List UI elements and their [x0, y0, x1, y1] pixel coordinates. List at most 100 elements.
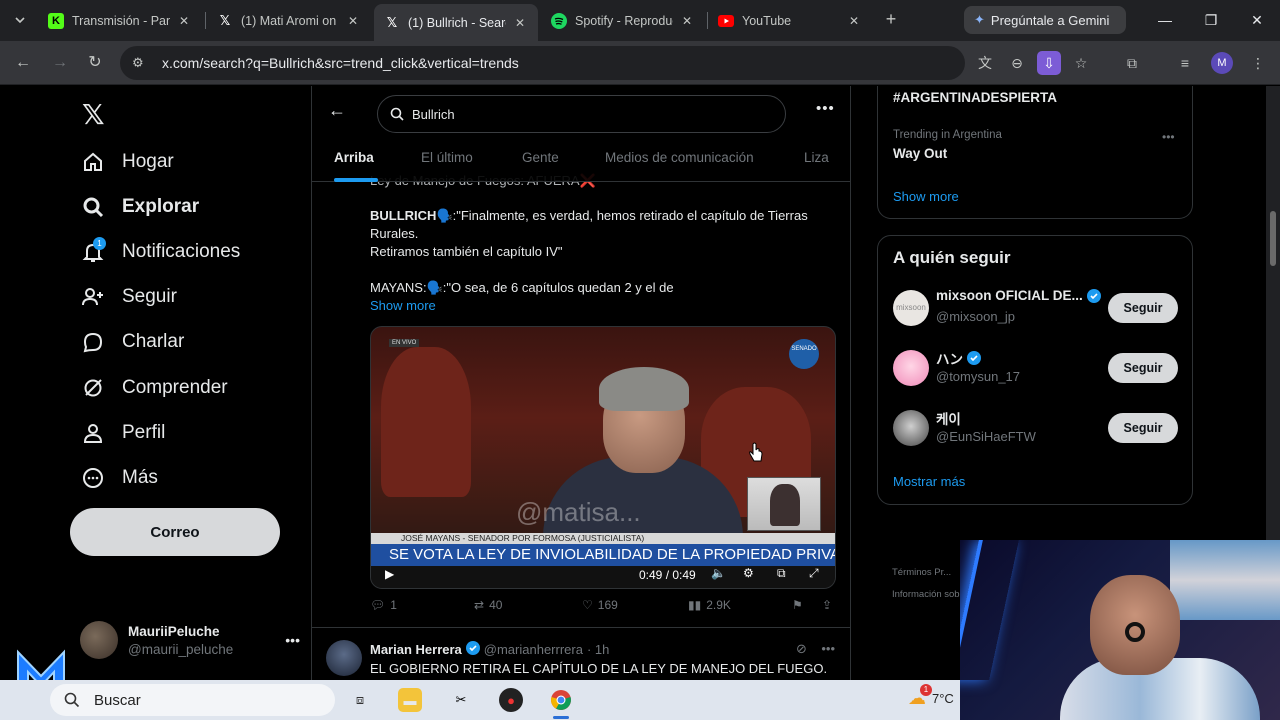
tweet-line: 🗣️:"O sea, de 6 capítulos quedan 2 y el … — [426, 280, 674, 295]
settings-gear-icon[interactable]: ⚙ — [743, 566, 754, 580]
show-more-link[interactable]: Show more — [370, 298, 436, 313]
bookmark-icon[interactable]: ⚑ — [792, 598, 803, 612]
tab-media[interactable]: Medios de comunicación — [605, 150, 754, 165]
tab-kick[interactable]: K Transmisión - Panel ✕ — [38, 6, 202, 35]
account-switcher[interactable]: MauriiPeluche @maurii_peluche ••• — [80, 618, 300, 662]
close-icon[interactable]: ✕ — [176, 14, 192, 28]
profile-avatar[interactable]: M — [1211, 52, 1233, 74]
profile-icon — [80, 420, 106, 446]
search-options-dots-icon[interactable]: ••• — [816, 100, 835, 117]
translate-icon[interactable]: 文 — [973, 51, 997, 75]
pip-icon[interactable]: ⧉ — [777, 566, 786, 581]
back-button[interactable]: ← — [10, 51, 36, 75]
footer-link[interactable]: Términos Pr... — [892, 562, 968, 584]
show-more-link[interactable]: Show more — [893, 189, 959, 204]
nav-item-profile[interactable]: Perfil — [80, 413, 165, 453]
share-icon[interactable]: ⇪ — [822, 598, 832, 612]
close-icon[interactable]: ✕ — [345, 14, 361, 28]
close-icon[interactable]: ✕ — [512, 16, 528, 30]
restore-button[interactable]: ❐ — [1196, 8, 1226, 32]
nav-item-more[interactable]: Más — [80, 458, 158, 498]
search-input[interactable] — [412, 106, 752, 122]
author-handle[interactable]: @marianherrrera — [484, 642, 583, 657]
weather-widget[interactable]: ☁ 1 7°C — [908, 684, 954, 709]
reload-button[interactable]: ↻ — [82, 51, 108, 75]
suggestion-name: ハン — [936, 348, 981, 368]
bookmark-star-icon[interactable]: ☆ — [1069, 51, 1093, 75]
views-button[interactable]: ▮▮ 2.9K — [688, 598, 731, 612]
video-player[interactable]: @matisa... EN VIVO SENADO JOSÉ MAYANS - … — [370, 326, 836, 589]
close-icon[interactable]: ✕ — [679, 14, 695, 28]
follow-suggestion[interactable]: mixsoon mixsoon OFICIAL DE... @mixsoon_j… — [893, 288, 1183, 330]
more-dots-icon[interactable]: ••• — [821, 641, 835, 656]
like-button[interactable]: ♡ 169 — [582, 598, 618, 612]
minimize-button[interactable]: — — [1150, 8, 1180, 32]
tab-spotify[interactable]: Spotify - Reproduciendo ✕ — [541, 6, 705, 35]
footer-link[interactable]: Información sob... — [892, 584, 968, 606]
install-app-icon[interactable]: ⇩ — [1037, 51, 1061, 75]
nav-item-follow[interactable]: Seguir — [80, 277, 177, 317]
author-name[interactable]: Marian Herrera — [370, 642, 462, 657]
repost-button[interactable]: ⇄ 40 — [474, 598, 502, 612]
senado-logo-icon: SENADO — [789, 339, 819, 369]
tab-mati-aromi[interactable]: 𝕏 (1) Mati Aromi on X ✕ — [207, 6, 371, 35]
grok-icon[interactable]: ⊘ — [796, 641, 807, 656]
more-dots-icon[interactable]: ••• — [1162, 130, 1175, 144]
extensions-icon[interactable]: ⧉ — [1120, 51, 1144, 75]
play-icon[interactable]: ▶ — [385, 567, 394, 581]
new-tab-button[interactable]: + — [880, 9, 902, 31]
nav-item-grok[interactable]: Comprender — [80, 368, 228, 408]
follow-suggestion[interactable]: ハン @tomysun_17 Seguir — [893, 348, 1183, 390]
tab-people[interactable]: Gente — [522, 150, 559, 165]
task-view-icon[interactable]: ⧈ — [348, 688, 372, 712]
nav-item-home[interactable]: Hogar — [80, 142, 174, 182]
tab-lists[interactable]: Liza — [804, 150, 829, 165]
taskbar-search[interactable]: Buscar — [50, 684, 335, 716]
file-explorer-icon[interactable]: ▬ — [398, 688, 422, 712]
fullscreen-icon[interactable]: ⤢ — [809, 566, 819, 581]
follow-button[interactable]: Seguir — [1108, 353, 1178, 383]
follow-suggestion[interactable]: 케이 @EunSiHaeFTW Seguir — [893, 408, 1183, 450]
volume-icon[interactable]: 🔈 — [711, 566, 726, 580]
home-icon — [80, 149, 106, 175]
x-logo-icon[interactable]: 𝕏 — [82, 98, 105, 131]
follow-button[interactable]: Seguir — [1108, 413, 1178, 443]
close-icon[interactable]: ✕ — [846, 14, 862, 28]
tab-latest[interactable]: El último — [421, 150, 473, 165]
close-window-button[interactable]: ✕ — [1242, 8, 1272, 32]
chrome-icon[interactable] — [549, 688, 573, 712]
tweet-time[interactable]: · 1h — [587, 642, 609, 657]
post-button[interactable]: Correo — [70, 508, 280, 556]
media-control-icon[interactable]: ≡ — [1173, 51, 1197, 75]
search-field[interactable] — [377, 95, 786, 133]
capcut-icon[interactable]: ✂ — [449, 688, 473, 712]
nav-label: Hogar — [122, 151, 174, 172]
zoom-icon[interactable]: ⊖ — [1005, 51, 1029, 75]
trend-name[interactable]: Way Out — [893, 146, 947, 161]
bell-icon: 1 — [80, 237, 106, 265]
tab-separator — [205, 12, 206, 29]
back-arrow-icon[interactable]: ← — [328, 100, 346, 121]
tab-youtube[interactable]: YouTube ✕ — [708, 6, 872, 35]
reply-button[interactable]: 💬︎ 1 — [370, 598, 397, 612]
tab-title: (1) Mati Aromi on X — [241, 13, 339, 28]
gemini-button[interactable]: ✦ Pregúntale a Gemini — [964, 6, 1126, 34]
forward-button[interactable]: → — [47, 51, 73, 75]
nav-item-notifications[interactable]: 1 Notificaciones — [80, 232, 240, 272]
tab-search-button[interactable] — [8, 8, 32, 32]
avatar[interactable] — [326, 640, 362, 676]
scrollbar-thumb[interactable] — [1270, 211, 1276, 266]
show-more-link[interactable]: Mostrar más — [893, 474, 965, 489]
nav-item-chat[interactable]: Charlar — [80, 322, 184, 362]
obs-icon[interactable]: ● — [499, 688, 523, 712]
site-info-icon[interactable]: ⚙ — [132, 55, 150, 71]
address-bar[interactable]: ⚙ x.com/search?q=Bullrich&src=trend_clic… — [120, 46, 965, 80]
video-lower-third-name: JOSÉ MAYANS - SENADOR POR FORMOSA (JUSTI… — [371, 533, 835, 544]
gemini-sparkle-icon: ✦ — [974, 12, 985, 27]
tab-top[interactable]: Arriba — [334, 150, 374, 165]
trend-hashtag[interactable]: #ARGENTINADESPIERTA — [893, 90, 1057, 105]
menu-dots-icon[interactable]: ⋮ — [1246, 51, 1270, 75]
nav-item-explore[interactable]: Explorar — [80, 187, 199, 227]
tab-bullrich-search[interactable]: 𝕏 (1) Bullrich - Search ✕ — [374, 4, 538, 41]
follow-button[interactable]: Seguir — [1108, 293, 1178, 323]
